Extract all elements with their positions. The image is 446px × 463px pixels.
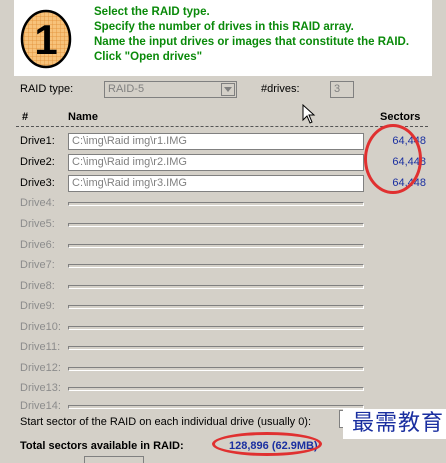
drive-label: Drive13: [20, 382, 61, 394]
chevron-down-icon [224, 87, 232, 92]
instruction-header: 1 Select the RAID type. Specify the numb… [14, 0, 432, 76]
drive-path-value: C:\img\Raid img\r1.IMG [72, 135, 187, 147]
drive-label: Drive12: [20, 362, 61, 374]
step-number-badge-icon: 1 [20, 9, 72, 69]
mouse-cursor-icon [302, 104, 316, 124]
drives-count-input[interactable]: 3 [330, 81, 354, 98]
drive-path-input-disabled [68, 264, 364, 268]
drive-label: Drive9: [20, 300, 55, 312]
total-highlight-annotation [212, 432, 322, 456]
total-sectors-label: Total sectors available in RAID: [20, 440, 184, 452]
drive-path-input-disabled [68, 285, 364, 289]
raid-type-value: RAID-5 [108, 83, 145, 95]
drive-label: Drive6: [20, 239, 55, 251]
raid-setup-panel: 1 Select the RAID type. Specify the numb… [14, 0, 446, 463]
instruction-line: Select the RAID type. [94, 6, 210, 18]
column-header-number: # [22, 111, 29, 123]
drive-path-input-disabled [68, 305, 364, 309]
drive-path-input[interactable]: C:\img\Raid img\r2.IMG [68, 154, 364, 171]
drive-path-input[interactable]: C:\img\Raid img\r3.IMG [68, 175, 364, 192]
drive-label: Drive11: [20, 341, 61, 353]
column-header-name: Name [68, 111, 98, 123]
drive-label: Drive1: [20, 135, 55, 147]
instruction-line: Click "Open drives" [94, 51, 203, 63]
drive-path-input-disabled [68, 367, 364, 371]
drive-label: Drive7: [20, 259, 55, 271]
instruction-line: Specify the number of drives in this RAI… [94, 21, 354, 33]
drive-label: Drive2: [20, 156, 55, 168]
drive-path-input-disabled [68, 346, 364, 350]
drive-path-input-disabled [68, 223, 364, 227]
drive-path-input-disabled [68, 387, 364, 391]
step-number: 1 [34, 16, 57, 63]
drive-path-input-disabled [68, 202, 364, 206]
raid-type-label: RAID type: [20, 83, 74, 95]
drive-label: Drive10: [20, 321, 61, 333]
sectors-highlight-annotation [364, 124, 422, 194]
drive-path-input-disabled [68, 244, 364, 248]
bottom-control-edge [84, 456, 144, 463]
header-separator [16, 126, 428, 127]
drive-label: Drive8: [20, 280, 55, 292]
watermark: 最需教育 [343, 409, 446, 439]
start-sector-label: Start sector of the RAID on each individ… [20, 416, 312, 428]
raid-type-select[interactable]: RAID-5 [104, 81, 237, 98]
drive-label: Drive4: [20, 197, 55, 209]
drive-path-input-disabled [68, 326, 364, 330]
drives-count-label: #drives: [261, 83, 300, 95]
drive-path-input-disabled [68, 405, 364, 409]
drive-path-value: C:\img\Raid img\r2.IMG [72, 156, 187, 168]
drive-path-input[interactable]: C:\img\Raid img\r1.IMG [68, 133, 364, 150]
drive-path-value: C:\img\Raid img\r3.IMG [72, 177, 187, 189]
drive-label: Drive3: [20, 177, 55, 189]
drive-label: Drive14: [20, 400, 61, 412]
instruction-line: Name the input drives or images that con… [94, 36, 410, 48]
drive-label: Drive5: [20, 218, 55, 230]
instruction-list: Select the RAID type. Specify the number… [94, 5, 430, 65]
column-header-sectors: Sectors [380, 111, 421, 123]
raid-type-dropdown-button[interactable] [221, 83, 235, 96]
drives-count-value: 3 [334, 83, 341, 95]
